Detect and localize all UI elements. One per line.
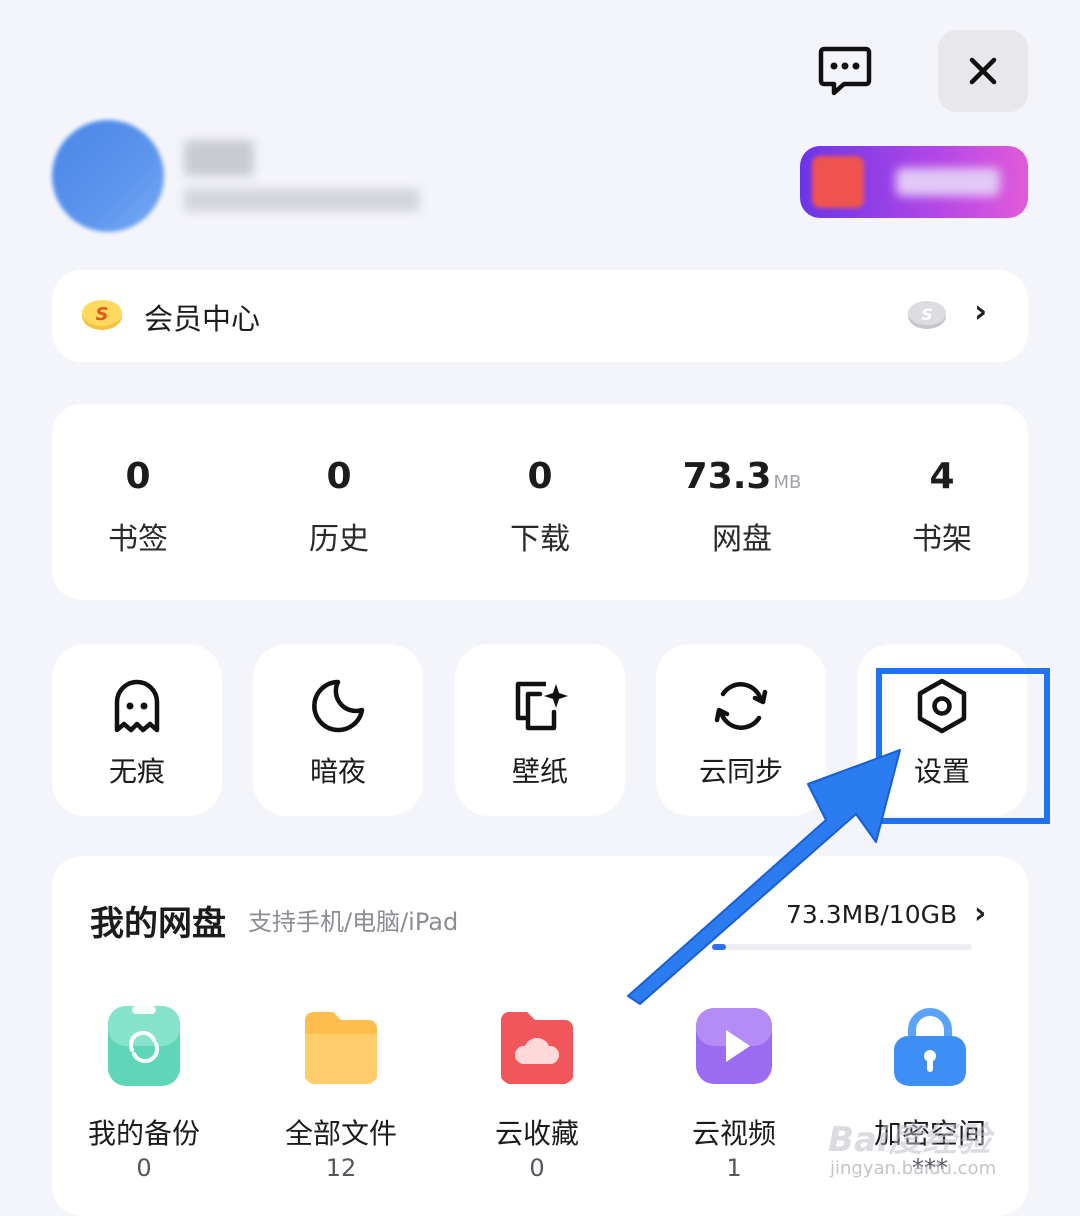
baidu-watermark: Bai度经验	[828, 1120, 991, 1160]
annotation-arrow	[627, 749, 901, 1005]
baidu-watermark-url: jingyan.baidu.com	[830, 1158, 997, 1179]
